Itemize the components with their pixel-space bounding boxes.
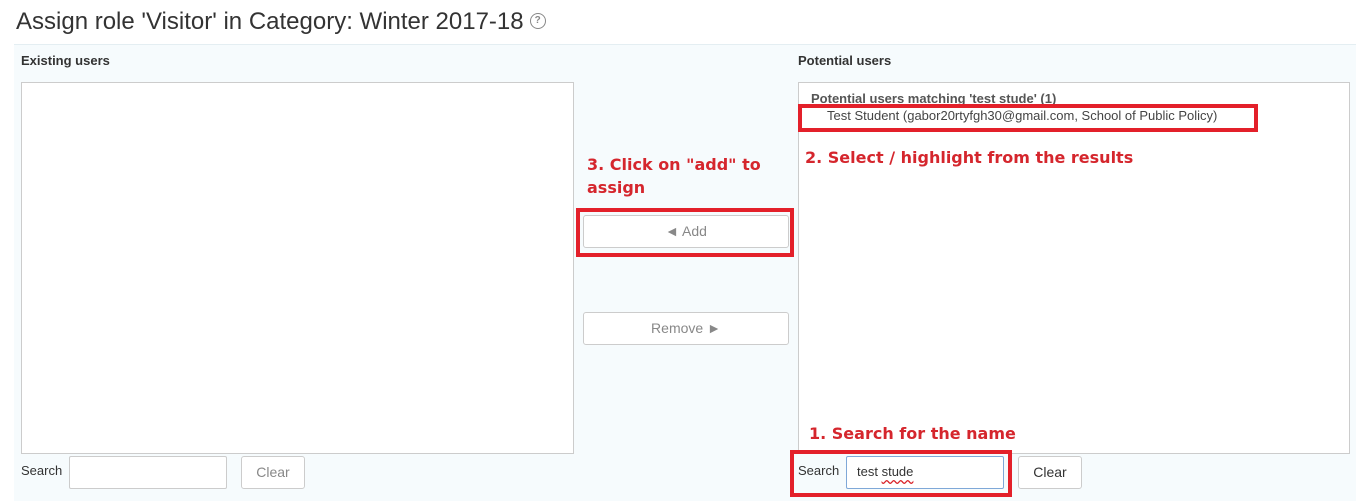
annotation-step1: 1. Search for the name [809, 424, 1016, 443]
potential-clear-button[interactable]: Clear [1018, 456, 1082, 489]
potential-search-prefix: test [857, 464, 882, 479]
existing-users-heading: Existing users [21, 53, 110, 68]
add-button[interactable]: ◄ Add [583, 215, 789, 248]
potential-users-group-label: Potential users matching 'test stude' (1… [811, 91, 1057, 106]
annotation-step2: 2. Select / highlight from the results [805, 148, 1134, 167]
help-icon[interactable]: ? [529, 12, 546, 29]
potential-users-listbox[interactable]: Potential users matching 'test stude' (1… [798, 82, 1350, 454]
potential-search-misspelled: stude [881, 464, 914, 479]
existing-search-label: Search [21, 463, 63, 478]
existing-users-listbox[interactable] [21, 82, 574, 454]
annotation-step3: 3. Click on "add" to assign [587, 155, 761, 197]
remove-button[interactable]: Remove ► [583, 312, 789, 345]
potential-search-label: Search [798, 463, 840, 478]
page-title: Assign role 'Visitor' in Category: Winte… [16, 8, 546, 36]
potential-users-heading: Potential users [798, 53, 892, 68]
existing-clear-button[interactable]: Clear [241, 456, 305, 489]
potential-search-input[interactable]: test stude [846, 456, 1004, 489]
potential-user-option[interactable]: Test Student (gabor20rtyfgh30@gmail.com,… [827, 108, 1217, 123]
existing-search-input[interactable] [69, 456, 227, 489]
page-title-text: Assign role 'Visitor' in Category: Winte… [16, 8, 524, 35]
